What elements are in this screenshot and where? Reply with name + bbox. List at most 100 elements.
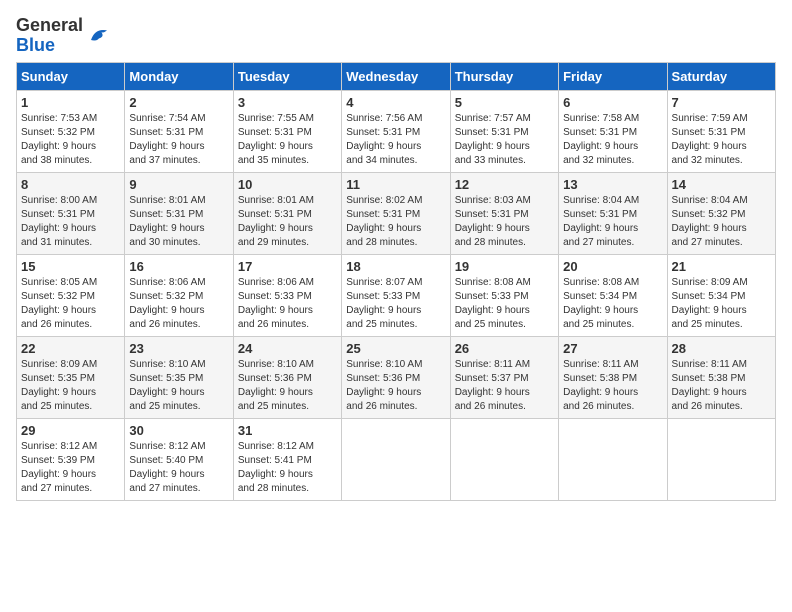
day-number: 24 <box>238 341 337 356</box>
cell-content: Sunrise: 8:11 AMSunset: 5:38 PMDaylight:… <box>672 358 771 414</box>
calendar-header-row: SundayMondayTuesdayWednesdayThursdayFrid… <box>17 62 776 90</box>
calendar-cell: 13 Sunrise: 8:04 AMSunset: 5:31 PMDayligh… <box>559 172 667 254</box>
cell-content: Sunrise: 7:53 AMSunset: 5:32 PMDaylight:… <box>21 112 120 168</box>
cell-content: Sunrise: 7:59 AMSunset: 5:31 PMDaylight:… <box>672 112 771 168</box>
calendar-cell: 9Sunrise: 8:01 AMSunset: 5:31 PMDaylight… <box>125 172 233 254</box>
day-number: 2 <box>129 95 228 110</box>
day-number: 7 <box>672 95 771 110</box>
logo-general: General <box>16 15 83 35</box>
calendar-cell: 7 Sunrise: 7:59 AMSunset: 5:31 PMDaylight… <box>667 90 775 172</box>
cell-content: Sunrise: 8:12 AMSunset: 5:40 PMDaylight:… <box>129 440 228 496</box>
calendar-cell: 29 Sunrise: 8:12 AMSunset: 5:39 PMDayligh… <box>17 418 125 500</box>
calendar-week-row: 29 Sunrise: 8:12 AMSunset: 5:39 PMDayligh… <box>17 418 776 500</box>
day-number: 25 <box>346 341 445 356</box>
cell-content: Sunrise: 8:01 AMSunset: 5:31 PMDaylight:… <box>238 194 337 250</box>
calendar-cell: 24 Sunrise: 8:10 AMSunset: 5:36 PMDayligh… <box>233 336 341 418</box>
logo-text: General Blue <box>16 16 83 56</box>
cell-content: Sunrise: 8:11 AMSunset: 5:37 PMDaylight:… <box>455 358 554 414</box>
calendar-cell: 2 Sunrise: 7:54 AMSunset: 5:31 PMDaylight… <box>125 90 233 172</box>
calendar-cell: 4Sunrise: 7:56 AMSunset: 5:31 PMDaylight… <box>342 90 450 172</box>
calendar-cell: 20Sunrise: 8:08 AMSunset: 5:34 PMDayligh… <box>559 254 667 336</box>
calendar-cell: 15 Sunrise: 8:05 AMSunset: 5:32 PMDayligh… <box>17 254 125 336</box>
calendar-cell: 11Sunrise: 8:02 AMSunset: 5:31 PMDayligh… <box>342 172 450 254</box>
calendar-cell: 30 Sunrise: 8:12 AMSunset: 5:40 PMDayligh… <box>125 418 233 500</box>
calendar-day-header: Sunday <box>17 62 125 90</box>
calendar-cell: 10 Sunrise: 8:01 AMSunset: 5:31 PMDayligh… <box>233 172 341 254</box>
day-number: 29 <box>21 423 120 438</box>
cell-content: Sunrise: 8:03 AMSunset: 5:31 PMDaylight:… <box>455 194 554 250</box>
day-number: 21 <box>672 259 771 274</box>
cell-content: Sunrise: 8:01 AMSunset: 5:31 PMDaylight:… <box>129 194 228 250</box>
calendar-cell: 27 Sunrise: 8:11 AMSunset: 5:38 PMDayligh… <box>559 336 667 418</box>
calendar-week-row: 22Sunrise: 8:09 AMSunset: 5:35 PMDayligh… <box>17 336 776 418</box>
calendar-day-header: Friday <box>559 62 667 90</box>
calendar-day-header: Thursday <box>450 62 558 90</box>
calendar-cell: 21 Sunrise: 8:09 AMSunset: 5:34 PMDayligh… <box>667 254 775 336</box>
calendar-cell <box>342 418 450 500</box>
day-number: 13 <box>563 177 662 192</box>
cell-content: Sunrise: 8:04 AMSunset: 5:31 PMDaylight:… <box>563 194 662 250</box>
calendar-cell: 22Sunrise: 8:09 AMSunset: 5:35 PMDayligh… <box>17 336 125 418</box>
page-header: General Blue <box>16 16 776 56</box>
day-number: 30 <box>129 423 228 438</box>
calendar-day-header: Tuesday <box>233 62 341 90</box>
day-number: 17 <box>238 259 337 274</box>
cell-content: Sunrise: 8:08 AMSunset: 5:33 PMDaylight:… <box>455 276 554 332</box>
day-number: 15 <box>21 259 120 274</box>
day-number: 6 <box>563 95 662 110</box>
cell-content: Sunrise: 7:57 AMSunset: 5:31 PMDaylight:… <box>455 112 554 168</box>
logo-blue: Blue <box>16 35 55 55</box>
cell-content: Sunrise: 8:10 AMSunset: 5:35 PMDaylight:… <box>129 358 228 414</box>
day-number: 11 <box>346 177 445 192</box>
calendar-cell: 14 Sunrise: 8:04 AMSunset: 5:32 PMDayligh… <box>667 172 775 254</box>
day-number: 12 <box>455 177 554 192</box>
calendar-cell: 16 Sunrise: 8:06 AMSunset: 5:32 PMDayligh… <box>125 254 233 336</box>
calendar-cell: 19 Sunrise: 8:08 AMSunset: 5:33 PMDayligh… <box>450 254 558 336</box>
cell-content: Sunrise: 8:09 AMSunset: 5:34 PMDaylight:… <box>672 276 771 332</box>
day-number: 10 <box>238 177 337 192</box>
cell-content: Sunrise: 8:12 AMSunset: 5:41 PMDaylight:… <box>238 440 337 496</box>
calendar-day-header: Monday <box>125 62 233 90</box>
calendar-cell: 3Sunrise: 7:55 AMSunset: 5:31 PMDaylight… <box>233 90 341 172</box>
calendar-cell: 18 Sunrise: 8:07 AMSunset: 5:33 PMDayligh… <box>342 254 450 336</box>
calendar-cell <box>559 418 667 500</box>
day-number: 18 <box>346 259 445 274</box>
day-number: 26 <box>455 341 554 356</box>
day-number: 19 <box>455 259 554 274</box>
calendar-table: SundayMondayTuesdayWednesdayThursdayFrid… <box>16 62 776 501</box>
calendar-cell: 1Sunrise: 7:53 AMSunset: 5:32 PMDaylight… <box>17 90 125 172</box>
calendar-cell: 23 Sunrise: 8:10 AMSunset: 5:35 PMDayligh… <box>125 336 233 418</box>
cell-content: Sunrise: 8:05 AMSunset: 5:32 PMDaylight:… <box>21 276 120 332</box>
day-number: 5 <box>455 95 554 110</box>
calendar-cell: 25 Sunrise: 8:10 AMSunset: 5:36 PMDayligh… <box>342 336 450 418</box>
calendar-day-header: Wednesday <box>342 62 450 90</box>
calendar-week-row: 15 Sunrise: 8:05 AMSunset: 5:32 PMDayligh… <box>17 254 776 336</box>
day-number: 3 <box>238 95 337 110</box>
cell-content: Sunrise: 8:04 AMSunset: 5:32 PMDaylight:… <box>672 194 771 250</box>
calendar-cell: 31Sunrise: 8:12 AMSunset: 5:41 PMDayligh… <box>233 418 341 500</box>
day-number: 22 <box>21 341 120 356</box>
calendar-cell: 8Sunrise: 8:00 AMSunset: 5:31 PMDaylight… <box>17 172 125 254</box>
cell-content: Sunrise: 7:54 AMSunset: 5:31 PMDaylight:… <box>129 112 228 168</box>
day-number: 23 <box>129 341 228 356</box>
logo: General Blue <box>16 16 111 56</box>
cell-content: Sunrise: 8:07 AMSunset: 5:33 PMDaylight:… <box>346 276 445 332</box>
cell-content: Sunrise: 8:10 AMSunset: 5:36 PMDaylight:… <box>346 358 445 414</box>
cell-content: Sunrise: 8:11 AMSunset: 5:38 PMDaylight:… <box>563 358 662 414</box>
cell-content: Sunrise: 7:56 AMSunset: 5:31 PMDaylight:… <box>346 112 445 168</box>
calendar-day-header: Saturday <box>667 62 775 90</box>
calendar-week-row: 8Sunrise: 8:00 AMSunset: 5:31 PMDaylight… <box>17 172 776 254</box>
cell-content: Sunrise: 8:06 AMSunset: 5:32 PMDaylight:… <box>129 276 228 332</box>
cell-content: Sunrise: 8:12 AMSunset: 5:39 PMDaylight:… <box>21 440 120 496</box>
calendar-cell <box>450 418 558 500</box>
day-number: 8 <box>21 177 120 192</box>
day-number: 16 <box>129 259 228 274</box>
calendar-cell: 28Sunrise: 8:11 AMSunset: 5:38 PMDayligh… <box>667 336 775 418</box>
calendar-week-row: 1Sunrise: 7:53 AMSunset: 5:32 PMDaylight… <box>17 90 776 172</box>
day-number: 14 <box>672 177 771 192</box>
cell-content: Sunrise: 8:08 AMSunset: 5:34 PMDaylight:… <box>563 276 662 332</box>
cell-content: Sunrise: 8:10 AMSunset: 5:36 PMDaylight:… <box>238 358 337 414</box>
day-number: 27 <box>563 341 662 356</box>
calendar-cell <box>667 418 775 500</box>
calendar-cell: 17Sunrise: 8:06 AMSunset: 5:33 PMDayligh… <box>233 254 341 336</box>
